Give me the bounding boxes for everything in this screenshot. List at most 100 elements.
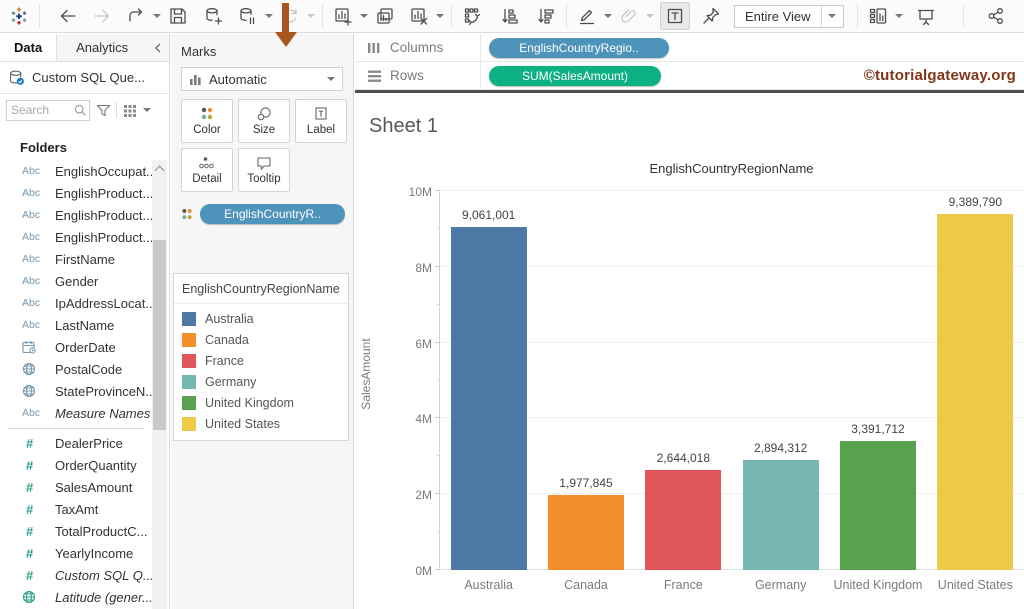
- forward-button[interactable]: [87, 2, 117, 30]
- group-members-icon[interactable]: [614, 2, 644, 30]
- field-item[interactable]: AbcFirstName: [0, 248, 152, 270]
- label-button[interactable]: Label: [295, 99, 347, 143]
- highlight-icon[interactable]: [572, 2, 602, 30]
- swap-rows-columns-icon[interactable]: [457, 2, 487, 30]
- tab-data[interactable]: Data: [0, 34, 56, 61]
- fit-selector[interactable]: Entire View: [734, 5, 844, 28]
- rows-shelf[interactable]: Rows SUM(SalesAmount) ©tutorialgateway.o…: [355, 62, 1024, 90]
- clear-sheet-caret[interactable]: [434, 2, 446, 30]
- globe-green-field-icon: [22, 590, 46, 604]
- legend-item[interactable]: Canada: [174, 329, 348, 350]
- columns-pill[interactable]: EnglishCountryRegio..: [489, 38, 669, 58]
- bar-united-kingdom[interactable]: [840, 441, 916, 570]
- bar-canada[interactable]: [548, 495, 624, 570]
- field-label: TotalProductC...: [55, 524, 148, 539]
- sort-descending-icon[interactable]: [531, 2, 561, 30]
- number-field-icon: #: [22, 458, 46, 473]
- tab-analytics[interactable]: Analytics: [56, 34, 147, 61]
- field-item[interactable]: AbcMeasure Names: [0, 402, 152, 424]
- pause-updates-caret[interactable]: [263, 2, 275, 30]
- field-item[interactable]: #TotalProductC...: [0, 520, 152, 542]
- sidebar-scrollbar[interactable]: [152, 160, 167, 609]
- field-item[interactable]: OrderDate: [0, 336, 152, 358]
- bar-united-states[interactable]: [937, 214, 1013, 570]
- field-item[interactable]: AbcEnglishOccupat...: [0, 160, 152, 182]
- search-input[interactable]: [11, 103, 73, 117]
- bar-germany[interactable]: [743, 460, 819, 570]
- show-hide-cards-caret[interactable]: [893, 2, 905, 30]
- field-item[interactable]: #SalesAmount: [0, 476, 152, 498]
- abc-field-icon: Abc: [22, 165, 46, 177]
- pause-updates-icon[interactable]: [233, 2, 263, 30]
- detail-button[interactable]: Detail: [181, 148, 233, 192]
- field-item[interactable]: AbcIpAddressLocat...: [0, 292, 152, 314]
- field-item[interactable]: StateProvinceN...: [0, 380, 152, 402]
- collapse-pane-icon[interactable]: [147, 34, 169, 61]
- bar-australia[interactable]: [451, 227, 527, 570]
- bar-france[interactable]: [645, 470, 721, 570]
- run-update-icon[interactable]: [275, 2, 305, 30]
- field-item[interactable]: #DealerPrice: [0, 432, 152, 454]
- legend-item[interactable]: United Kingdom: [174, 392, 348, 413]
- scroll-up-icon[interactable]: [152, 160, 167, 176]
- clear-sheet-icon[interactable]: [404, 2, 434, 30]
- legend-item[interactable]: Germany: [174, 371, 348, 392]
- bar-chart-plot[interactable]: 0M2M4M6M8M10M9,061,001Australia1,977,845…: [439, 191, 1024, 570]
- field-list: AbcEnglishOccupat...AbcEnglishProduct...…: [0, 160, 152, 609]
- legend-swatch: [182, 417, 196, 431]
- new-worksheet-caret[interactable]: [358, 2, 370, 30]
- field-item[interactable]: #TaxAmt: [0, 498, 152, 520]
- view-options-icon[interactable]: [121, 101, 139, 119]
- marks-color-pill[interactable]: EnglishCountryR..: [200, 204, 345, 224]
- field-label: Measure Names: [55, 406, 150, 421]
- duplicate-sheet-icon[interactable]: [370, 2, 400, 30]
- share-icon[interactable]: [981, 2, 1011, 30]
- size-button[interactable]: Size: [238, 99, 290, 143]
- custom-sql-database-icon: [8, 69, 25, 86]
- filter-fields-icon[interactable]: [94, 101, 112, 119]
- field-item[interactable]: AbcGender: [0, 270, 152, 292]
- datasource-item[interactable]: Custom SQL Que...: [0, 62, 169, 94]
- redo-icon[interactable]: [121, 2, 151, 30]
- field-item[interactable]: AbcLastName: [0, 314, 152, 336]
- field-item[interactable]: AbcEnglishProduct...: [0, 204, 152, 226]
- show-mark-labels-icon[interactable]: [660, 2, 690, 30]
- fix-axes-icon[interactable]: [696, 2, 726, 30]
- rows-pill[interactable]: SUM(SalesAmount): [489, 66, 661, 86]
- redo-caret[interactable]: [151, 2, 163, 30]
- fit-selector-caret[interactable]: [821, 6, 843, 27]
- highlight-caret[interactable]: [602, 2, 614, 30]
- view-options-caret[interactable]: [143, 108, 151, 112]
- color-button[interactable]: Color: [181, 99, 233, 143]
- save-button[interactable]: [163, 2, 193, 30]
- new-worksheet-icon[interactable]: [328, 2, 358, 30]
- columns-shelf[interactable]: Columns EnglishCountryRegio..: [355, 34, 1024, 62]
- field-item[interactable]: #Custom SQL Q...: [0, 564, 152, 586]
- field-item[interactable]: #YearlyIncome: [0, 542, 152, 564]
- presentation-mode-icon[interactable]: [911, 2, 941, 30]
- field-item[interactable]: AbcEnglishProduct...: [0, 226, 152, 248]
- field-item[interactable]: AbcEnglishProduct...: [0, 182, 152, 204]
- group-members-caret[interactable]: [644, 2, 656, 30]
- pane-tabs: Data Analytics: [0, 34, 169, 62]
- mark-type-dropdown[interactable]: Automatic: [181, 67, 343, 91]
- add-data-source-icon[interactable]: [199, 2, 229, 30]
- tooltip-button[interactable]: Tooltip: [238, 148, 290, 192]
- legend-item[interactable]: United States: [174, 413, 348, 434]
- show-hide-cards-icon[interactable]: [863, 2, 893, 30]
- field-item[interactable]: PostalCode: [0, 358, 152, 380]
- field-item[interactable]: Latitude (gener...: [0, 586, 152, 608]
- legend-item[interactable]: France: [174, 350, 348, 371]
- y-axis-tick-label: 2M: [394, 488, 432, 502]
- color-legend: EnglishCountryRegionName AustraliaCanada…: [173, 273, 349, 441]
- run-update-caret[interactable]: [305, 2, 317, 30]
- field-item[interactable]: #OrderQuantity: [0, 454, 152, 476]
- number-field-icon: #: [22, 568, 46, 583]
- legend-item[interactable]: Australia: [174, 308, 348, 329]
- back-button[interactable]: [53, 2, 83, 30]
- sort-ascending-icon[interactable]: [495, 2, 525, 30]
- search-input-box[interactable]: [6, 100, 90, 121]
- scrollbar-thumb[interactable]: [153, 240, 166, 430]
- abc-field-icon: Abc: [22, 319, 46, 331]
- field-label: EnglishProduct...: [55, 186, 152, 201]
